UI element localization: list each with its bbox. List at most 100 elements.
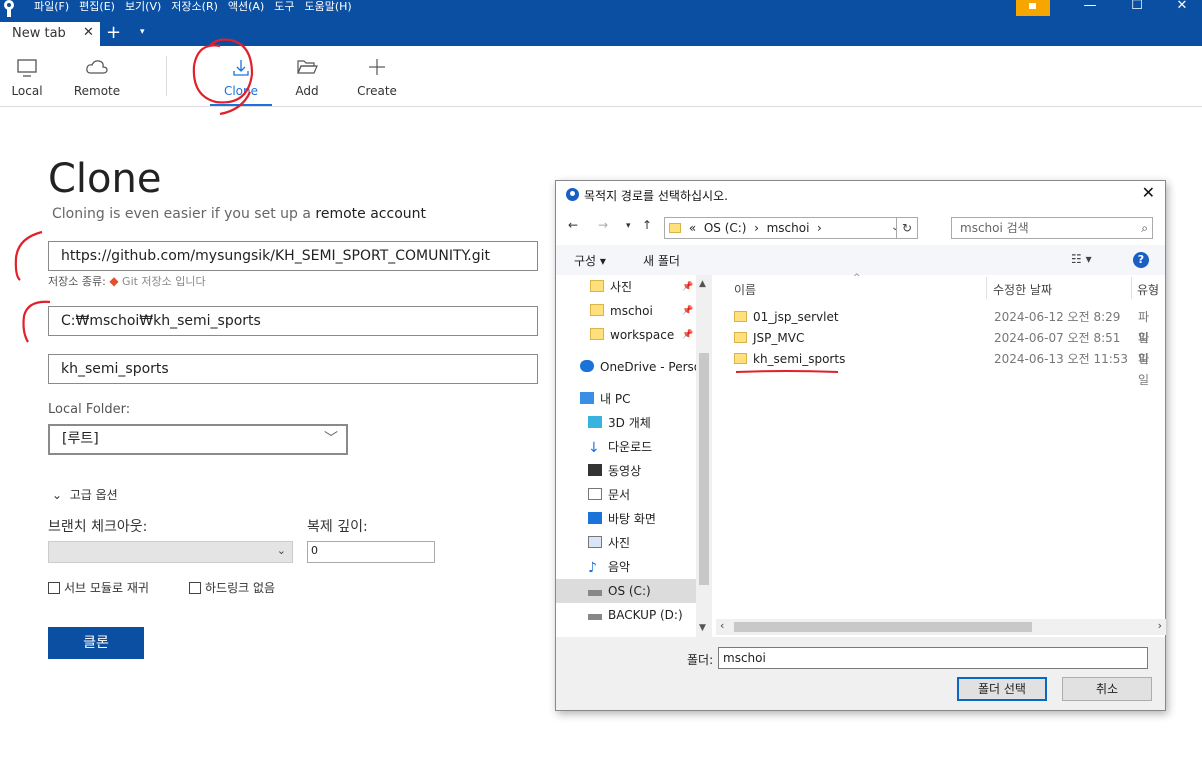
source-url-input[interactable]: https://github.com/mysungsik/KH_SEMI_SPO… — [48, 241, 538, 271]
nav-item-desktop[interactable]: 바탕 화면 — [556, 507, 696, 531]
column-header-modified[interactable]: 수정한 날짜 — [993, 281, 1052, 298]
nav-item-workspace[interactable]: workspace 📌 — [556, 323, 696, 347]
repo-type-label: 저장소 종류: — [48, 275, 106, 288]
subtitle: Cloning is even easier if you set up a r… — [52, 206, 426, 222]
dialog-title: 목적지 경로를 선택하십시오. — [584, 189, 728, 203]
scroll-right-icon[interactable]: › — [1158, 619, 1162, 632]
menu-file[interactable]: 파일(F) — [34, 0, 69, 14]
drive-icon — [588, 590, 602, 596]
nav-item-label: 사진 — [610, 280, 633, 294]
file-row[interactable]: kh_semi_sports 2024-06-13 오전 11:53 파일 — [734, 349, 1149, 387]
nav-item-label: OneDrive - Person — [600, 360, 696, 374]
add-tab-button[interactable]: + — [106, 22, 121, 43]
nav-item-photos-quick[interactable]: 사진 📌 — [556, 275, 696, 299]
toolbar-remote-button[interactable]: Remote — [70, 46, 124, 106]
view-options-icon[interactable]: ☷ ▾ — [1071, 252, 1092, 266]
remote-account-link[interactable]: remote account — [315, 206, 426, 222]
nav-item-backup-d[interactable]: BACKUP (D:) — [556, 603, 696, 627]
new-folder-button[interactable]: 새 폴더 — [643, 252, 680, 269]
column-separator — [1131, 277, 1132, 299]
nav-item-mschoi[interactable]: mschoi 📌 — [556, 299, 696, 323]
maximize-button[interactable]: ☐ — [1127, 0, 1147, 13]
depth-input[interactable]: 0 — [307, 541, 435, 563]
toolbar-clone-button[interactable]: Clone — [210, 46, 272, 106]
picture-icon — [588, 536, 602, 548]
download-arrow-icon: ↓ — [588, 440, 600, 456]
column-header-name[interactable]: 이름 — [734, 281, 756, 298]
menu-repository[interactable]: 저장소(R) — [171, 0, 218, 14]
tab-close-icon[interactable]: ✕ — [83, 25, 94, 40]
organize-button[interactable]: 구성 ▾ — [574, 252, 606, 269]
folder-name-input[interactable]: mschoi — [718, 647, 1148, 669]
nav-item-label: 바탕 화면 — [608, 512, 656, 526]
advanced-options-label: 고급 옵션 — [69, 488, 118, 502]
file-modified: 2024-06-12 오전 8:29 — [994, 310, 1121, 324]
breadcrumb-mschoi[interactable]: mschoi — [767, 221, 810, 235]
cancel-button[interactable]: 취소 — [1062, 677, 1152, 701]
flag-icon[interactable] — [1016, 0, 1050, 16]
nav-scrollbar[interactable]: ▲ ▼ — [696, 275, 712, 637]
dialog-search-input[interactable]: mschoi 검색 ⌕ — [951, 217, 1153, 239]
nav-item-onedrive[interactable]: OneDrive - Person — [556, 355, 696, 379]
nav-item-label: 음악 — [608, 560, 631, 574]
nav-item-os-c[interactable]: OS (C:) — [556, 579, 696, 603]
nav-item-label: BACKUP (D:) — [608, 608, 683, 622]
menu-actions[interactable]: 액션(A) — [228, 0, 264, 14]
recent-dropdown-icon[interactable]: ▾ — [626, 221, 631, 231]
nav-item-videos[interactable]: 동영상 — [556, 459, 696, 483]
nav-item-3d-objects[interactable]: 3D 개체 — [556, 411, 696, 435]
toolbar-create-button[interactable]: Create — [352, 46, 402, 106]
nav-item-documents[interactable]: 문서 — [556, 483, 696, 507]
tab-dropdown-icon[interactable]: ▾ — [140, 27, 145, 37]
file-row[interactable]: JSP_MVC 2024-06-07 오전 8:51 파일 — [734, 328, 1149, 366]
minimize-button[interactable]: — — [1080, 0, 1100, 13]
tab-new-tab[interactable]: New tab ✕ — [0, 22, 100, 46]
file-list-hscrollbar[interactable]: ‹ › — [716, 619, 1166, 635]
cube-icon — [588, 416, 602, 428]
scroll-left-icon[interactable]: ‹ — [720, 619, 724, 632]
refresh-icon[interactable]: ↻ — [896, 217, 918, 239]
submodules-checkbox[interactable]: 서브 모듈로 재귀 — [48, 579, 149, 596]
menu-tools[interactable]: 도구 — [274, 0, 294, 14]
back-arrow-icon[interactable]: ← — [568, 218, 578, 232]
help-icon[interactable]: ? — [1133, 252, 1149, 268]
column-header-type[interactable]: 유형 — [1137, 281, 1159, 298]
dialog-footer: 폴더: mschoi 폴더 선택 취소 — [556, 637, 1165, 710]
forward-arrow-icon[interactable]: → — [598, 218, 608, 232]
scroll-thumb[interactable] — [699, 353, 709, 585]
name-input[interactable]: kh_semi_sports — [48, 354, 538, 384]
checkbox-box — [189, 582, 201, 594]
up-arrow-icon[interactable]: ↑ — [642, 218, 652, 232]
dialog-close-button[interactable]: ✕ — [1142, 183, 1155, 202]
folder-icon — [669, 223, 681, 233]
file-name: JSP_MVC — [753, 331, 805, 345]
onedrive-icon — [580, 360, 594, 372]
file-row[interactable]: 01_jsp_servlet 2024-06-12 오전 8:29 파일 — [734, 307, 1149, 345]
nav-item-downloads[interactable]: ↓ 다운로드 — [556, 435, 696, 459]
toolbar-local-button[interactable]: Local — [4, 46, 50, 106]
location-pin-icon — [566, 188, 579, 201]
destination-path-input[interactable]: C:₩mschoi₩kh_semi_sports — [48, 306, 538, 336]
nav-item-label: 문서 — [608, 488, 631, 502]
menu-edit[interactable]: 편집(E) — [79, 0, 115, 14]
scroll-up-icon[interactable]: ▲ — [699, 279, 706, 289]
no-hardlinks-checkbox[interactable]: 하드링크 없음 — [189, 579, 275, 596]
toolbar-local-label: Local — [11, 84, 43, 98]
address-bar[interactable]: « OS (C:) › mschoi › ⌄ ↻ — [664, 217, 918, 239]
select-folder-button[interactable]: 폴더 선택 — [957, 677, 1047, 701]
menu-help[interactable]: 도움말(H) — [305, 0, 352, 14]
nav-item-this-pc[interactable]: 내 PC — [556, 387, 696, 411]
folder-icon — [590, 280, 604, 292]
branch-select[interactable]: ⌄ — [48, 541, 293, 563]
nav-item-pictures[interactable]: 사진 — [556, 531, 696, 555]
scroll-down-icon[interactable]: ▼ — [699, 623, 706, 633]
scroll-thumb[interactable] — [734, 622, 1032, 632]
close-button[interactable]: ✕ — [1172, 0, 1192, 13]
local-folder-select[interactable]: [루트] ﹀ — [48, 424, 348, 455]
advanced-options-toggle[interactable]: ⌄ 고급 옵션 — [52, 486, 118, 503]
nav-item-music[interactable]: ♪ 음악 — [556, 555, 696, 579]
clone-button[interactable]: 클론 — [48, 627, 144, 659]
menu-view[interactable]: 보기(V) — [125, 0, 161, 14]
toolbar-add-button[interactable]: Add — [284, 46, 330, 106]
breadcrumb-os[interactable]: OS (C:) — [704, 221, 747, 235]
